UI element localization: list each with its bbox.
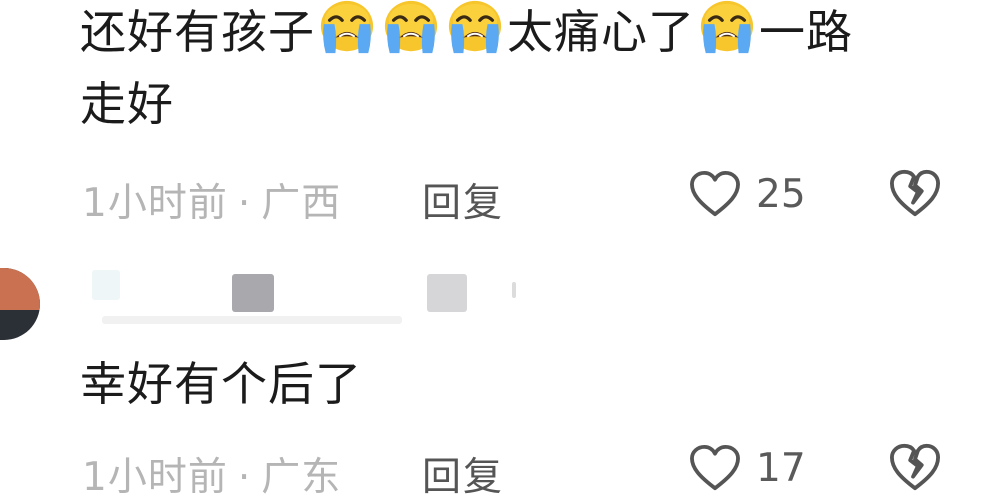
heart-outline-icon	[688, 170, 742, 218]
like-count: 25	[756, 171, 806, 217]
comment-text: 还好有孩子 太痛心了 一路走好	[80, 0, 960, 140]
comment-list: 还好有孩子 太痛心了 一路 走好 1小时前 · 广西 回复 25 幸好有个后了 1小时前 ·…	[0, 0, 993, 497]
comment-text-segment: 一路	[759, 5, 853, 59]
comment-meta-row: 1小时前 · 广东 回复 17	[82, 440, 962, 497]
dislike-button[interactable]	[888, 168, 942, 218]
broken-heart-outline-icon	[888, 168, 942, 218]
username-obscured[interactable]	[82, 268, 522, 332]
loudly-crying-face-icon	[444, 0, 506, 57]
comment-timestamp-location: 1小时前 · 广西	[82, 172, 341, 228]
comment-location: 广东	[261, 455, 342, 497]
broken-heart-outline-icon	[888, 442, 942, 492]
comment-meta-row: 1小时前 · 广西 回复 25	[82, 166, 962, 226]
loudly-crying-face-icon	[316, 0, 378, 57]
comment-location: 广西	[261, 181, 342, 226]
reply-button[interactable]: 回复	[422, 172, 504, 228]
comment-time: 1小时前	[82, 181, 228, 226]
like-button[interactable]: 17	[688, 440, 806, 496]
comment-text-segment: 太痛心了	[507, 5, 695, 59]
meta-separator: ·	[237, 181, 252, 226]
like-count: 17	[756, 445, 806, 491]
avatar[interactable]	[0, 268, 40, 340]
dislike-button[interactable]	[888, 442, 942, 492]
reply-button[interactable]: 回复	[422, 446, 504, 497]
comment-timestamp-location: 1小时前 · 广东	[82, 446, 341, 497]
comment-text-segment: 还好有孩子	[80, 5, 315, 59]
loudly-crying-face-icon	[380, 0, 442, 57]
comment-text-segment: 走好	[80, 77, 174, 131]
heart-outline-icon	[688, 444, 742, 492]
like-button[interactable]: 25	[688, 166, 806, 222]
meta-separator: ·	[237, 455, 252, 497]
comment-time: 1小时前	[82, 455, 228, 497]
comment-text: 幸好有个后了	[80, 357, 362, 411]
loudly-crying-face-icon	[696, 0, 758, 57]
